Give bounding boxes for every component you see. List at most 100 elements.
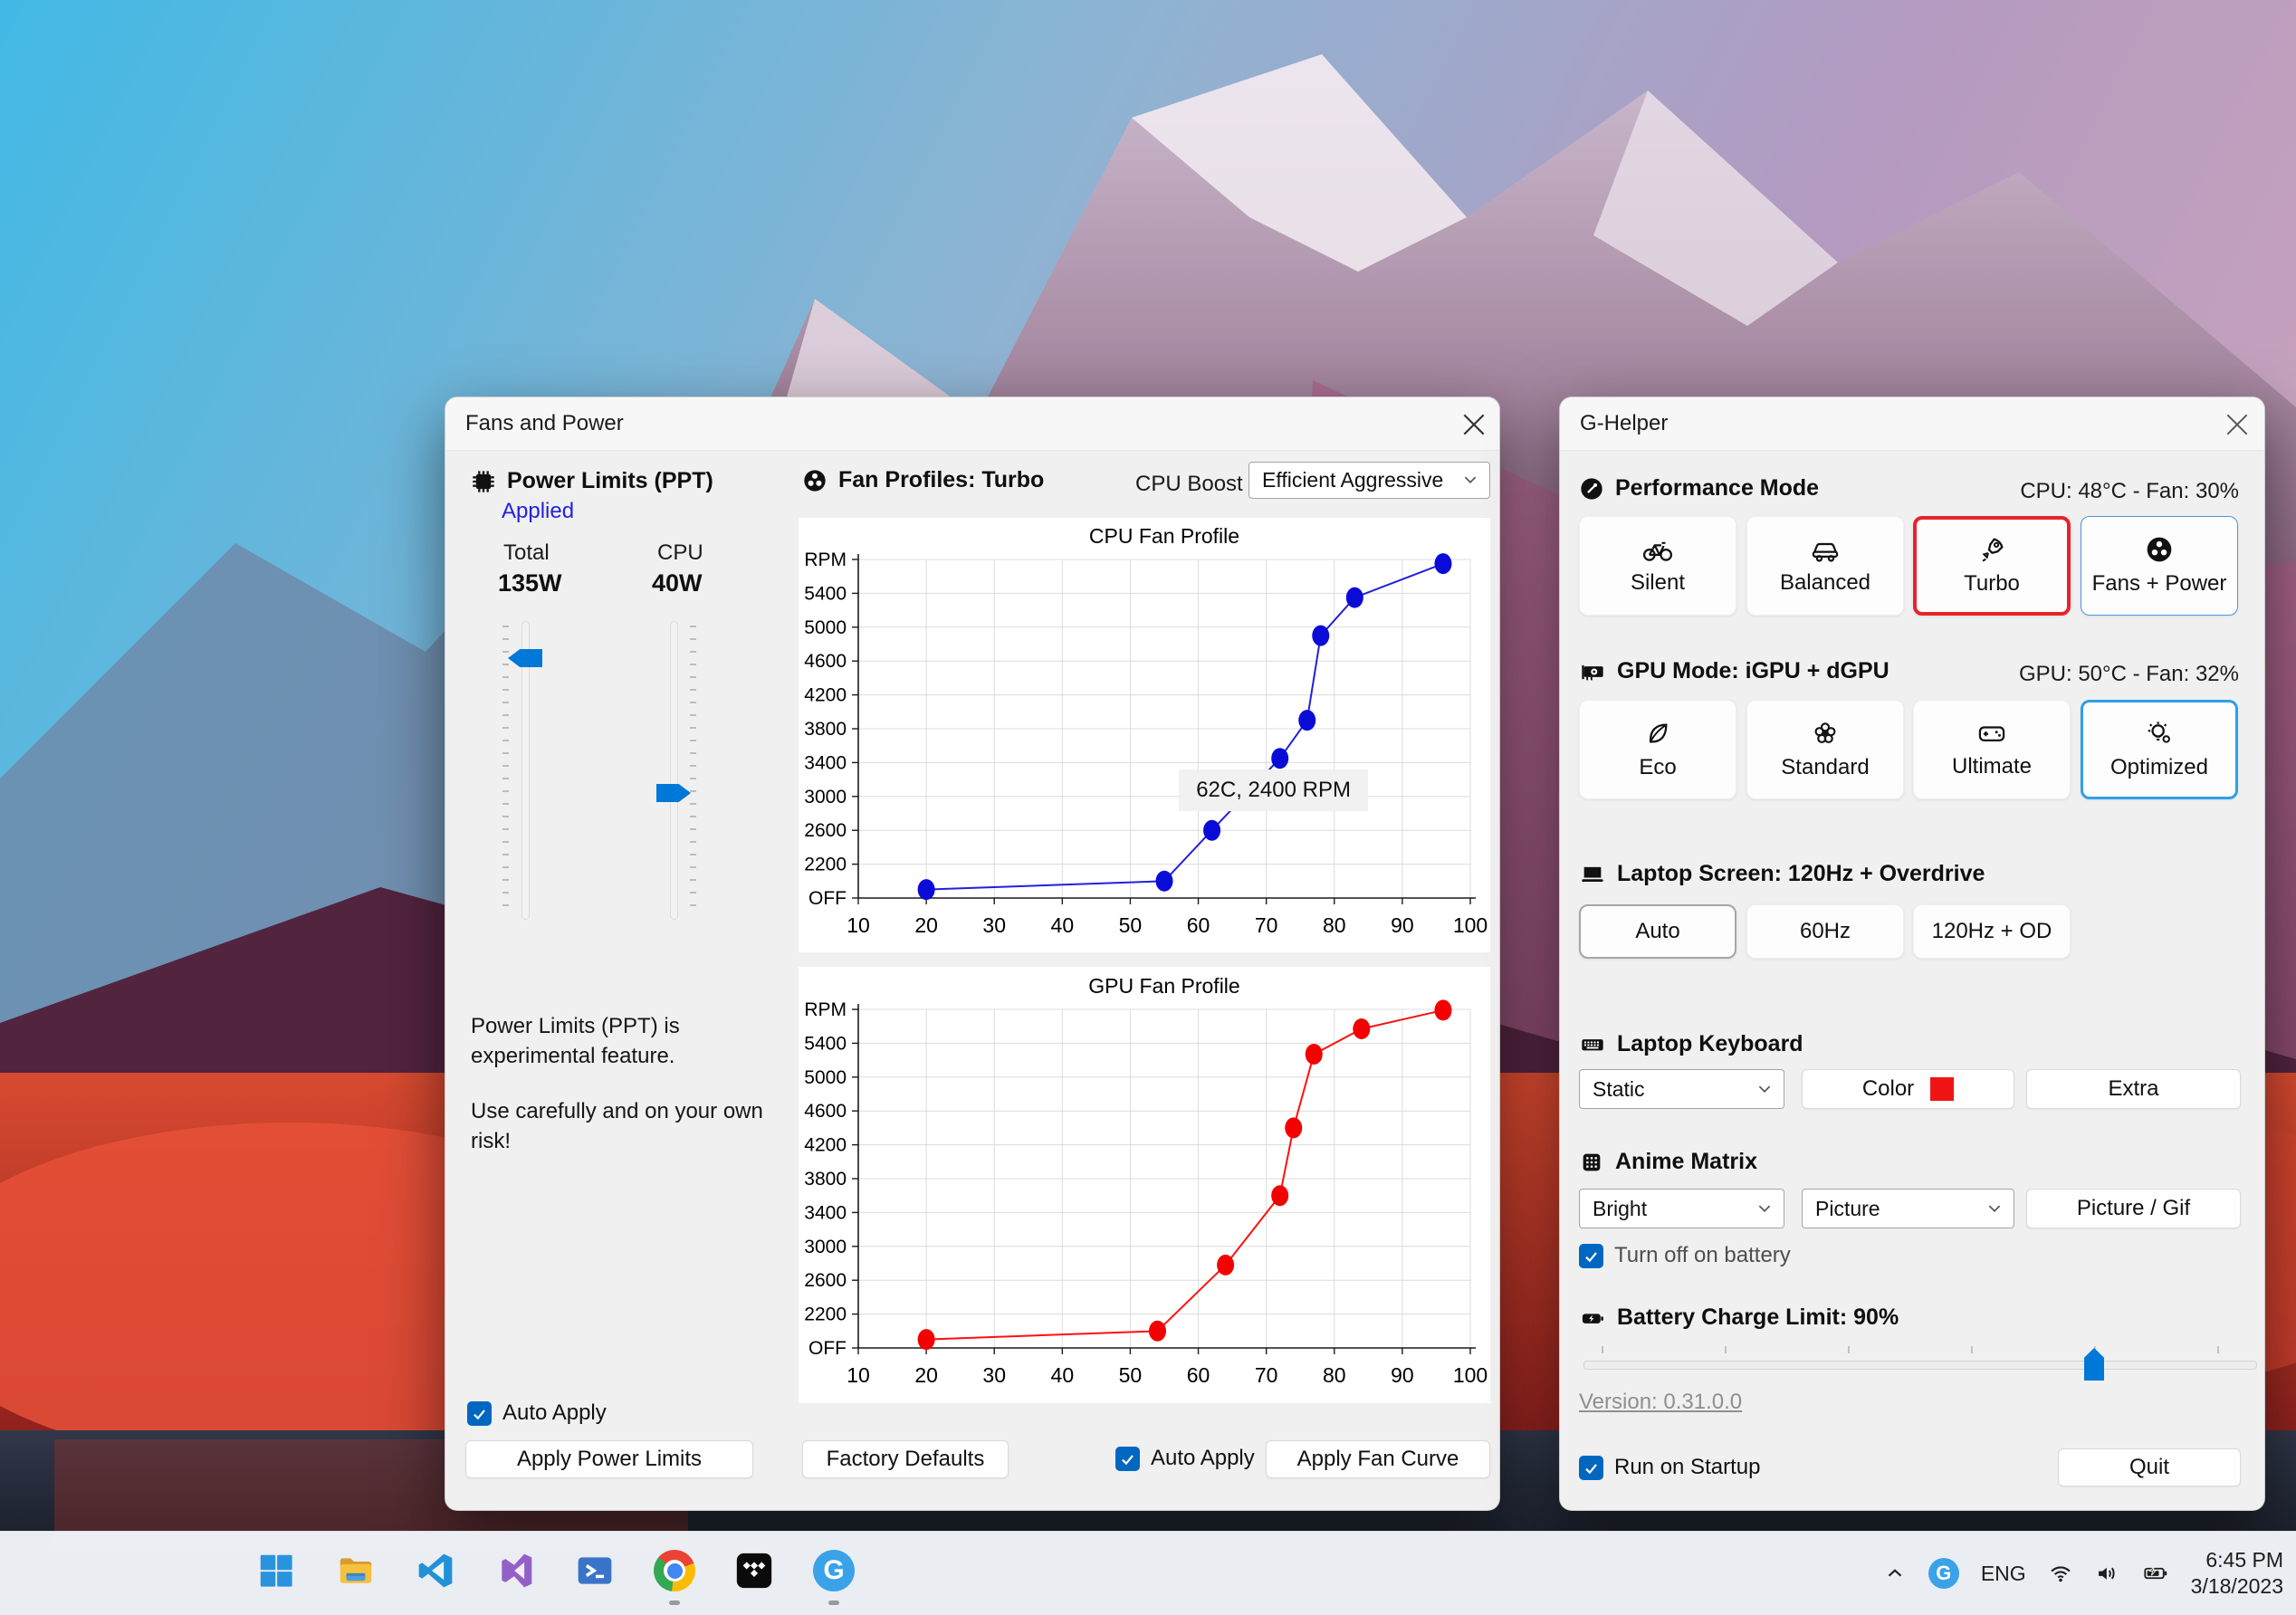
time-label: 6:45 PM: [2205, 1548, 2283, 1572]
screen-button-auto[interactable]: Auto: [1579, 904, 1736, 959]
powershell-icon: [575, 1551, 615, 1591]
apply-fan-curve-button[interactable]: Apply Fan Curve: [1266, 1440, 1490, 1478]
cpu-power-slider-thumb[interactable]: [656, 784, 691, 802]
run-on-startup-checkbox-row[interactable]: Run on Startup: [1579, 1455, 1760, 1480]
svg-text:5400: 5400: [804, 1033, 847, 1054]
svg-text:40: 40: [1051, 1363, 1075, 1387]
start-button[interactable]: [250, 1544, 302, 1597]
ppt-warning-line2: Use carefully and on your own risk!: [471, 1099, 763, 1153]
tidal-icon: [733, 1550, 775, 1591]
cpu-fan-chart[interactable]: OFF 2200 2600 3000 3400 3800 4200 4600 5000 5400 R…: [799, 518, 1490, 952]
auto-apply-power-checkbox-row[interactable]: Auto Apply: [467, 1400, 607, 1426]
apply-power-limits-button[interactable]: Apply Power Limits: [465, 1440, 753, 1478]
fan-icon: [802, 468, 828, 493]
visual-studio-button[interactable]: [489, 1544, 541, 1597]
chrome-button[interactable]: [648, 1544, 701, 1605]
svg-text:3000: 3000: [804, 1237, 847, 1257]
bulb-gear-icon: [2145, 719, 2174, 748]
auto-apply-fan-checkbox-row[interactable]: Auto Apply: [1115, 1446, 1255, 1471]
folder-icon: [335, 1550, 377, 1591]
svg-text:80: 80: [1323, 1363, 1346, 1387]
svg-text:3800: 3800: [804, 719, 847, 740]
screen-button-120hz-od[interactable]: 120Hz + OD: [1913, 904, 2071, 959]
gpu-button-ultimate[interactable]: Ultimate: [1913, 700, 2071, 799]
matrix-picture-gif-button[interactable]: Picture / Gif: [2026, 1189, 2241, 1228]
gpu-fan-chart[interactable]: OFF 2200 2600 3000 3400 3800 4200 4600 5000 5400 R…: [799, 967, 1490, 1403]
gamepad-icon: [1976, 720, 2007, 747]
factory-defaults-button[interactable]: Factory Defaults: [802, 1440, 1009, 1478]
checkbox-checked-icon[interactable]: [1579, 1455, 1603, 1480]
svg-text:2200: 2200: [804, 855, 847, 875]
keyboard-mode-select[interactable]: Static: [1579, 1069, 1784, 1109]
battery-charge-limit-slider[interactable]: [1583, 1346, 2257, 1388]
slider-ticks: [502, 626, 509, 915]
version-link[interactable]: Version: 0.31.0.0: [1579, 1390, 1742, 1415]
total-power-slider[interactable]: [500, 621, 550, 920]
power-limits-status[interactable]: Applied: [502, 499, 574, 524]
cpu-boost-select[interactable]: Efficient Aggressive: [1248, 462, 1490, 499]
close-icon[interactable]: [1463, 414, 1485, 435]
close-icon[interactable]: [2226, 414, 2248, 435]
matrix-battery-checkbox-row[interactable]: Turn off on battery: [1579, 1243, 1791, 1268]
cpu-label: CPU: [657, 540, 703, 565]
flower-icon: [1811, 719, 1840, 748]
checkbox-checked-icon[interactable]: [467, 1400, 492, 1426]
svg-text:2600: 2600: [804, 1270, 847, 1291]
ghelper-window-title: G-Helper: [1580, 411, 1669, 435]
keyboard-color-button[interactable]: Color: [1802, 1069, 2014, 1109]
svg-text:5400: 5400: [804, 583, 847, 604]
svg-text:90: 90: [1391, 1363, 1414, 1387]
total-power-slider-thumb[interactable]: [508, 649, 542, 667]
laptop-icon: [1579, 862, 1606, 887]
slider-track[interactable]: [1583, 1361, 2257, 1370]
matrix-grid-icon: [1579, 1150, 1604, 1175]
chevron-down-icon: [1758, 1205, 1771, 1213]
matrix-content-select[interactable]: Picture: [1802, 1189, 2014, 1228]
svg-text:3000: 3000: [804, 787, 847, 808]
svg-text:60: 60: [1187, 913, 1210, 937]
wifi-icon[interactable]: [2048, 1561, 2073, 1586]
quit-button[interactable]: Quit: [2058, 1448, 2241, 1486]
svg-text:40: 40: [1051, 913, 1075, 937]
svg-text:4600: 4600: [804, 1101, 847, 1122]
matrix-brightness-select[interactable]: Bright: [1579, 1189, 1784, 1228]
screen-button-60hz[interactable]: 60Hz: [1746, 904, 1904, 959]
perf-button-fans-power[interactable]: Fans + Power: [2081, 516, 2238, 616]
fans-window-title: Fans and Power: [465, 411, 624, 435]
svg-text:RPM: RPM: [804, 999, 847, 1020]
powershell-button[interactable]: [569, 1544, 621, 1597]
perf-button-turbo[interactable]: Turbo: [1913, 516, 2071, 616]
battery-charging-icon[interactable]: [2142, 1561, 2169, 1586]
slider-track[interactable]: [670, 621, 678, 920]
svg-text:100: 100: [1453, 913, 1488, 937]
gpu-fan-chart-panel: OFF 2200 2600 3000 3400 3800 4200 4600 5000 5400 R…: [799, 967, 1490, 1403]
clock[interactable]: 6:45 PM 3/18/2023: [2191, 1547, 2283, 1600]
bicycle-icon: [1642, 536, 1673, 563]
ghelper-titlebar[interactable]: G-Helper: [1560, 397, 2264, 451]
running-indicator: [669, 1601, 680, 1605]
auto-apply-fan-label: Auto Apply: [1151, 1446, 1255, 1470]
gpu-button-optimized[interactable]: Optimized: [2081, 700, 2238, 799]
language-indicator[interactable]: ENG: [1981, 1562, 2026, 1586]
ghelper-taskbar-button[interactable]: G: [808, 1544, 860, 1605]
chrome-icon: [654, 1550, 695, 1591]
fans-titlebar[interactable]: Fans and Power: [445, 397, 1499, 451]
fan-icon: [2145, 535, 2174, 564]
checkbox-checked-icon[interactable]: [1579, 1243, 1603, 1268]
tray-chevron-up-icon[interactable]: [1883, 1562, 1907, 1585]
running-indicator: [828, 1601, 839, 1605]
ghelper-tray-icon[interactable]: G: [1928, 1558, 1959, 1589]
svg-text:70: 70: [1255, 913, 1278, 937]
cpu-power-slider[interactable]: [648, 621, 699, 920]
perf-button-silent[interactable]: Silent: [1579, 516, 1736, 616]
gpu-button-eco[interactable]: Eco: [1579, 700, 1736, 799]
gpu-button-standard[interactable]: Standard: [1746, 700, 1904, 799]
svg-text:60: 60: [1187, 1363, 1210, 1387]
keyboard-extra-button[interactable]: Extra: [2026, 1069, 2241, 1109]
vscode-button[interactable]: [409, 1544, 462, 1597]
checkbox-checked-icon[interactable]: [1115, 1446, 1140, 1471]
volume-icon[interactable]: [2095, 1561, 2120, 1586]
tidal-button[interactable]: [728, 1544, 780, 1597]
perf-button-balanced[interactable]: Balanced: [1746, 516, 1904, 616]
file-explorer-button[interactable]: [330, 1544, 382, 1597]
